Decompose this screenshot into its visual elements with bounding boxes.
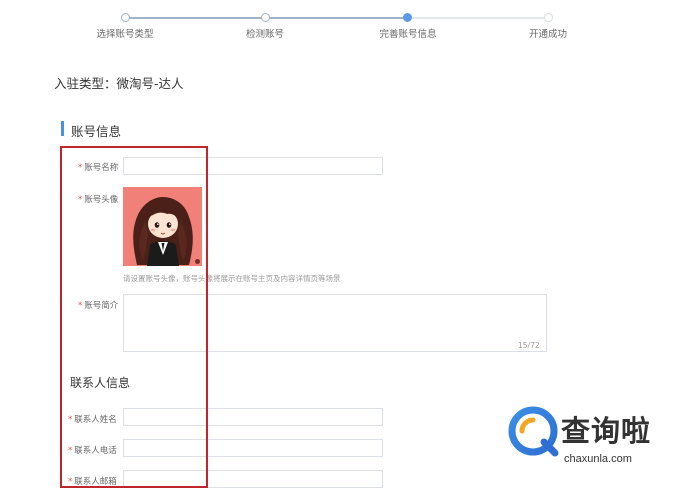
watermark: 查询啦 chaxunla.com bbox=[506, 404, 682, 474]
account-name-label: * 账号名称 bbox=[78, 161, 118, 173]
step-3-dot bbox=[403, 13, 412, 22]
intro-char-counter: 15/72 bbox=[518, 341, 540, 350]
required-mark: * bbox=[78, 163, 83, 173]
account-type-text: 入驻类型：微淘号-达人 bbox=[54, 76, 184, 91]
required-mark: * bbox=[78, 195, 83, 205]
avatar-image bbox=[123, 187, 202, 266]
contact-phone-input[interactable] bbox=[123, 439, 383, 457]
account-intro-textarea[interactable] bbox=[123, 294, 547, 352]
contact-phone-label: * 联系人电话 bbox=[68, 444, 117, 456]
step-1-dot bbox=[121, 13, 130, 22]
account-avatar-label-text: 账号头像 bbox=[84, 195, 119, 205]
required-mark: * bbox=[68, 415, 73, 425]
account-intro-label-text: 账号简介 bbox=[84, 301, 119, 311]
step-2-dot bbox=[261, 13, 270, 22]
avatar-corner-mark bbox=[195, 259, 200, 264]
account-name-label-text: 账号名称 bbox=[84, 163, 119, 173]
contact-email-input[interactable] bbox=[123, 470, 383, 488]
contact-email-label-text: 联系人邮箱 bbox=[74, 477, 117, 487]
contact-name-input[interactable] bbox=[123, 408, 383, 426]
account-avatar-label: * 账号头像 bbox=[78, 193, 118, 205]
account-info-title: 账号信息 bbox=[71, 124, 122, 139]
account-intro-label: * 账号简介 bbox=[78, 299, 118, 311]
account-name-input[interactable] bbox=[123, 157, 383, 175]
contact-email-label: * 联系人邮箱 bbox=[68, 475, 117, 487]
required-mark: * bbox=[68, 477, 73, 487]
contact-name-label: * 联系人姓名 bbox=[68, 413, 117, 425]
required-mark: * bbox=[78, 301, 83, 311]
avatar-upload[interactable] bbox=[123, 187, 202, 266]
contact-name-label-text: 联系人姓名 bbox=[74, 415, 117, 425]
watermark-logo-icon bbox=[508, 406, 559, 457]
required-mark: * bbox=[68, 446, 73, 456]
contact-phone-label-text: 联系人电话 bbox=[74, 446, 117, 456]
section-accent-bar bbox=[61, 121, 64, 136]
step-3-label: 完善账号信息 bbox=[379, 29, 437, 40]
step-4-dot bbox=[544, 13, 553, 22]
watermark-en-text: chaxunla.com bbox=[564, 453, 632, 465]
avatar-hint-text: 请设置账号头像，账号头像将展示在账号主页及内容详情页等场景 bbox=[123, 274, 341, 283]
progress-stepper: 选择账号类型 检测账号 完善账号信息 开通成功 bbox=[0, 0, 682, 50]
step-4-label: 开通成功 bbox=[528, 29, 568, 40]
step-2-label: 检测账号 bbox=[245, 29, 285, 40]
contact-info-title: 联系人信息 bbox=[70, 376, 131, 390]
watermark-cn-text: 查询啦 bbox=[561, 414, 652, 448]
step-connector-pending bbox=[408, 17, 549, 19]
step-1-label: 选择账号类型 bbox=[96, 29, 154, 40]
